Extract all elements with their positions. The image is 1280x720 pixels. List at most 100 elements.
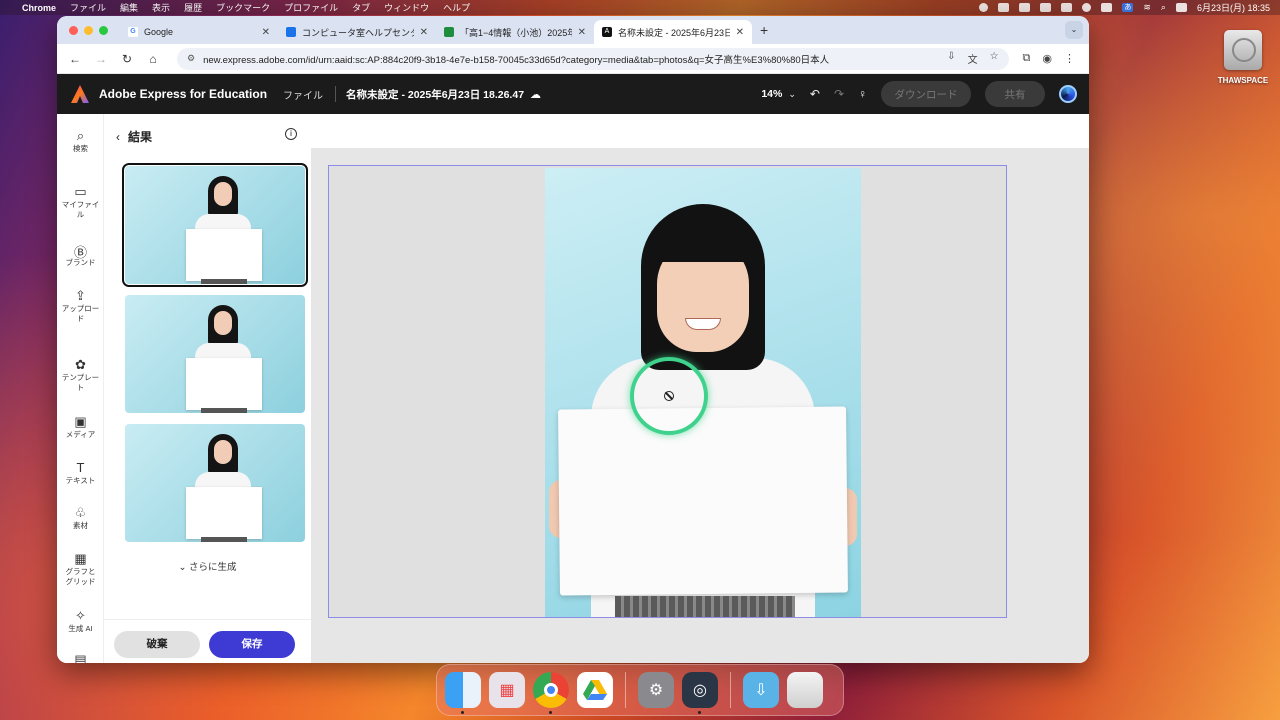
tab-adobe-express[interactable]: A 名称未設定 - 2025年6月23日 18 ✕ [594,20,752,44]
menu-history[interactable]: 履歴 [184,1,202,14]
file-menu[interactable]: ファイル [283,87,323,102]
tab-search-chevron-icon[interactable]: ⌄ [1065,21,1083,39]
generate-more-label: さらに生成 [189,562,237,573]
user-avatar[interactable] [1059,85,1077,103]
tab-google[interactable]: G Google ✕ [120,20,278,44]
address-bar[interactable]: ⚙ new.express.adobe.com/id/urn:aaid:sc:A… [177,47,1009,70]
forward-arrow-icon[interactable]: → [91,52,111,66]
wifi-icon[interactable]: ≋ [1143,2,1151,13]
adobe-status-icon[interactable] [1082,3,1092,12]
rail-item-elements[interactable]: ♧ 素材 [57,505,104,531]
new-tab-icon[interactable]: + [760,22,768,38]
zoom-chevron-down-icon[interactable]: ⌄ [788,89,796,100]
close-tab-icon[interactable]: ✕ [420,27,428,38]
profile-avatar-icon[interactable]: ◉ [1042,52,1052,65]
display-icon[interactable] [1101,3,1113,12]
close-tab-icon[interactable]: ✕ [736,27,744,38]
downloads-folder-icon[interactable]: ⇩ [743,672,779,708]
menu-app-name[interactable]: Chrome [22,3,56,13]
result-thumbnail-1[interactable] [122,163,308,287]
redo-icon[interactable]: ↷ [834,87,844,101]
rail-item-search[interactable]: ⌕ 検索 [57,128,104,154]
google-icon: G [128,27,138,37]
zoom-window-button[interactable] [99,25,108,35]
macos-dock: ▦ ⚙ ◎ ⇩ [436,664,844,716]
chrome-menu-icon[interactable]: ⋮ [1064,52,1075,65]
minimize-window-button[interactable] [84,25,93,35]
home-icon[interactable]: ⌂ [143,52,163,66]
chrome-icon[interactable] [533,672,569,714]
site-info-icon[interactable]: ⚙ [187,53,195,64]
menu-help[interactable]: ヘルプ [443,1,470,14]
menu-profiles[interactable]: プロファイル [284,1,338,14]
generate-more-button[interactable]: ⌄ さらに生成 [104,559,311,573]
discard-button[interactable]: 破棄 [114,631,200,658]
url-text[interactable]: new.express.adobe.com/id/urn:aaid:sc:AP:… [203,52,829,66]
rail-item-text[interactable]: T テキスト [57,460,104,486]
menu-view[interactable]: 表示 [152,1,170,14]
control-center-icon[interactable] [1175,3,1187,12]
menu-file[interactable]: ファイル [70,1,106,14]
record-icon[interactable] [979,3,989,12]
tab-help-center[interactable]: コンピュータ室ヘルプセンター ✕ [278,20,436,44]
dock-separator [625,672,626,708]
tab-classroom[interactable]: 「高1−4情報（小池）2025年度 ✕ [436,20,594,44]
adobe-express-icon: A [602,27,612,37]
quicktime-icon[interactable]: ◎ [682,672,718,714]
rail-item-upload[interactable]: ⇪ アップロード [57,288,104,324]
input-method-icon[interactable]: あ [1122,3,1134,12]
document-title[interactable]: 名称未設定 - 2025年6月23日 18.26.47 [346,87,524,102]
extensions-icon[interactable]: ⧉ [1023,52,1031,65]
rail-label: メディア [65,430,96,439]
close-tab-icon[interactable]: ✕ [262,27,270,38]
system-settings-icon[interactable]: ⚙ [638,672,674,708]
bookmark-star-icon[interactable]: ☆ [990,51,999,66]
media-icon: ▣ [74,414,87,429]
menu-window[interactable]: ウィンドウ [384,1,429,14]
dock-separator [730,672,731,708]
rail-item-charts-grids[interactable]: ▦ グラフとグリッド [57,551,104,587]
spotlight-search-icon[interactable]: ⌕ [1161,2,1166,13]
rail-item-my-files[interactable]: ▭ マイファイル [57,184,104,220]
trash-icon[interactable] [787,672,823,708]
back-chevron-icon[interactable]: ‹ [116,130,120,144]
rail-item-generative-ai[interactable]: ✧ 生成 AI [57,608,104,634]
undo-icon[interactable]: ↶ [810,87,820,101]
result-thumbnail-2[interactable] [125,295,305,413]
lightbulb-icon[interactable]: ♀ [858,87,867,101]
rail-item-templates[interactable]: ✿ テンプレート [57,357,104,393]
menu-tab[interactable]: タブ [352,1,370,14]
close-window-button[interactable] [69,25,78,35]
download-button[interactable]: ダウンロード [881,81,971,107]
macos-menubar: Chrome ファイル 編集 表示 履歴 ブックマーク プロファイル タブ ウィ… [0,0,1280,15]
launchpad-icon[interactable]: ▦ [489,672,525,708]
drive-status-icon[interactable] [998,3,1010,12]
creative-cloud-icon[interactable] [1019,3,1031,12]
share-button[interactable]: 共有 [985,81,1045,107]
close-tab-icon[interactable]: ✕ [578,27,586,38]
zoom-level[interactable]: 14% [761,88,782,100]
rail-item-brand[interactable]: Ⓑ ブランド [57,242,104,268]
translate-icon[interactable]: 文 [968,51,978,66]
game-controller-icon[interactable] [1040,3,1052,12]
tools-icon[interactable] [1061,3,1073,12]
thawspace-disk-icon[interactable] [1222,30,1264,70]
menu-edit[interactable]: 編集 [120,1,138,14]
install-app-icon[interactable]: ⇩ [947,51,955,66]
google-drive-icon[interactable] [577,672,613,708]
rail-item-media[interactable]: ▣ メディア [57,414,104,440]
reload-icon[interactable]: ↻ [117,52,137,66]
calendar-icon[interactable]: ▤ [57,652,104,663]
menu-bookmarks[interactable]: ブックマーク [216,1,270,14]
panel-footer: 破棄 保存 [104,619,311,663]
classroom-icon [444,27,454,37]
cloud-sync-icon: ☁ [530,88,542,101]
finder-icon[interactable] [445,672,481,714]
info-icon[interactable]: i [285,128,297,140]
adobe-express-logo-icon[interactable] [69,83,91,105]
save-button[interactable]: 保存 [209,631,295,658]
back-arrow-icon[interactable]: ← [65,52,85,66]
menubar-clock[interactable]: 6月23日(月) 18:35 [1197,1,1270,14]
result-thumbnail-3[interactable] [125,424,305,542]
header-divider [335,86,337,102]
